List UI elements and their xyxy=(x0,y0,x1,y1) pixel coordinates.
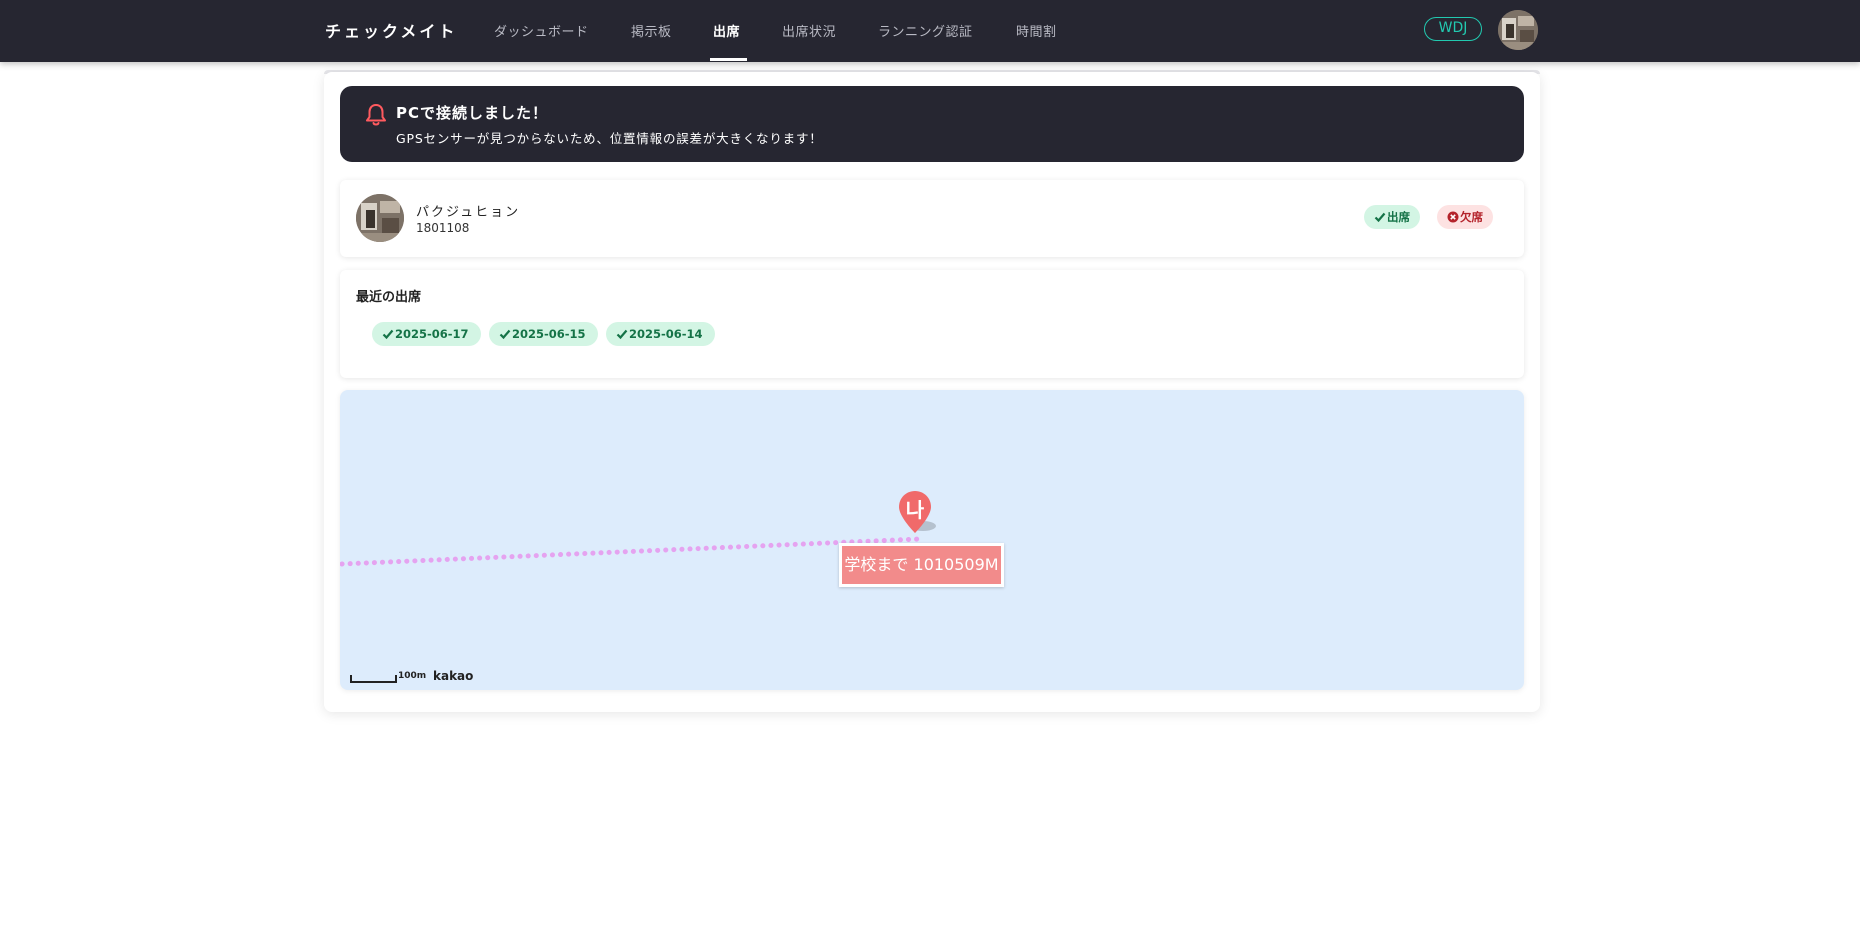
nav-timetable[interactable]: 時間割 xyxy=(1016,21,1057,40)
attendance-date: 2025-06-15 xyxy=(512,327,586,341)
nav-board[interactable]: 掲示板 xyxy=(631,21,672,40)
map-provider-logo[interactable]: kakao xyxy=(433,669,473,683)
brand-logo[interactable]: チェックメイト xyxy=(325,18,457,42)
scale-bar-icon xyxy=(350,669,398,688)
student-id: 1801108 xyxy=(416,221,470,235)
recent-attendance-title: 最近の出席 xyxy=(356,290,422,305)
nav-dashboard[interactable]: ダッシュボード xyxy=(494,21,589,40)
nav-attendance[interactable]: 出席 xyxy=(713,21,740,40)
recent-attendance-card: 最近の出席 2025-06-17 2025-06-15 2025-06-14 xyxy=(340,270,1524,378)
status-present-label: 出席 xyxy=(1387,210,1410,224)
distance-to-school-label: 学校まで 1010509M xyxy=(839,543,1004,587)
active-tab-indicator xyxy=(710,58,747,61)
student-name: パクジュヒョン xyxy=(416,205,521,220)
nav-running-verification[interactable]: ランニング認証 xyxy=(878,21,973,40)
profile-card: パクジュヒョン 1801108 出席 欠席 xyxy=(340,180,1524,257)
check-icon xyxy=(1374,210,1387,224)
check-icon xyxy=(499,327,512,341)
check-icon xyxy=(382,327,395,341)
status-absent-chip[interactable]: 欠席 xyxy=(1437,205,1493,229)
scale-label: 100m xyxy=(398,671,427,681)
x-circle-icon xyxy=(1447,210,1460,224)
user-avatar-icon[interactable] xyxy=(1498,10,1538,50)
pc-connection-alert: PCで接続しました！ GPSセンサーが見つからないため、位置情報の誤差が大きくな… xyxy=(340,86,1524,162)
attendance-date: 2025-06-17 xyxy=(395,327,469,341)
user-badge[interactable]: WDJ xyxy=(1424,17,1482,41)
check-icon xyxy=(616,327,629,341)
navbar: チェックメイト ダッシュボード 掲示板 出席 出席状況 ランニング認証 時間割 … xyxy=(0,0,1860,62)
bell-icon xyxy=(365,103,387,131)
status-absent-label: 欠席 xyxy=(1460,210,1483,224)
attendance-date-chip: 2025-06-15 xyxy=(489,322,598,346)
nav-attendance-status[interactable]: 出席状況 xyxy=(782,21,836,40)
attendance-date-chip: 2025-06-17 xyxy=(372,322,481,346)
status-present-chip[interactable]: 出席 xyxy=(1364,205,1420,229)
kakao-map[interactable]: 나 学校まで 1010509M 100m kakao xyxy=(340,390,1524,690)
attendance-date-chip: 2025-06-14 xyxy=(606,322,715,346)
profile-avatar-icon xyxy=(356,194,404,242)
attendance-date: 2025-06-14 xyxy=(629,327,703,341)
marker-label: 나 xyxy=(905,498,925,522)
alert-title: PCで接続しました！ xyxy=(396,104,549,122)
alert-message: GPSセンサーが見つからないため、位置情報の誤差が大きくなります！ xyxy=(396,131,823,146)
